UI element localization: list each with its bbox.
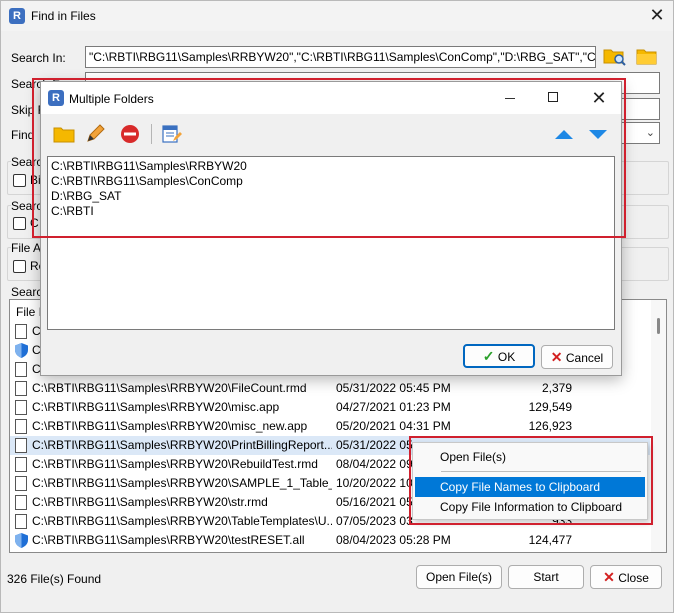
cancel-button-label: Cancel (565, 351, 604, 365)
menu-item-copy-file-names[interactable]: Copy File Names to Clipboard (415, 477, 645, 497)
status-text: 326 File(s) Found (7, 572, 102, 586)
date-cell: 07/05/2023 03: (336, 514, 417, 528)
close-button-label: Close (618, 571, 649, 585)
folder-list-item[interactable]: C:\RBTI\RBG11\Samples\ConComp (51, 174, 611, 189)
shield-icon (15, 533, 28, 548)
date-cell: 08/04/2022 09: (336, 457, 417, 471)
edit-pencil-icon[interactable] (85, 124, 107, 144)
document-icon (15, 438, 27, 453)
folder-icon[interactable] (635, 45, 659, 67)
menu-separator (441, 471, 641, 472)
file-name-cell: C:\RBTI\RBG11\Samples\RRBYW20\str.rmd (32, 495, 268, 509)
file-name-cell: C:\RBTI\RBG11\Samples\RRBYW20\misc.app (32, 400, 280, 414)
file-name-cell: C:\RBTI\RBG11\Samples\RRBYW20\RebuildTes… (32, 457, 318, 471)
dialog-close-icon[interactable]: ✕ (589, 89, 609, 107)
size-cell: 2,379 (541, 381, 572, 395)
maximize-icon[interactable] (548, 92, 558, 102)
file-name-cell: C:\RBTI\RBG11\Samples\RRBYW20\PrintBilli… (32, 438, 332, 452)
table-row[interactable]: C:\RBTI\RBG11\Samples\RRBYW20\misc_new.a… (10, 417, 650, 436)
document-icon (15, 362, 27, 377)
table-row[interactable]: C:\RBTI\RBG11\Samples\RRBYW20\misc.app 04… (10, 398, 650, 417)
dialog-app-icon: R (48, 90, 64, 106)
document-icon (15, 381, 27, 396)
checkbox-2[interactable] (13, 217, 26, 230)
group-label-file-attributes: File A (11, 240, 44, 256)
vertical-scrollbar[interactable] (651, 300, 666, 552)
date-cell: 05/31/2022 05: (336, 438, 417, 452)
move-up-arrow-icon[interactable] (553, 126, 575, 142)
folder-list-item[interactable]: D:\RBG_SAT (51, 189, 611, 204)
chevron-down-icon: ⌄ (645, 127, 655, 139)
dialog-titlebar: R Multiple Folders ✕ (41, 82, 621, 114)
search-folder-icon[interactable] (603, 45, 627, 67)
open-files-button[interactable]: Open File(s) (416, 565, 502, 589)
properties-list-icon[interactable] (161, 124, 183, 144)
checkbox-1[interactable] (13, 174, 26, 187)
dialog-title: Multiple Folders (69, 92, 154, 106)
app-icon: R (9, 8, 25, 24)
file-name-cell: C:\RBTI\RBG11\Samples\RRBYW20\TableTempl… (32, 514, 332, 528)
ok-button[interactable]: ✓ OK (463, 344, 535, 368)
search-in-label: Search In: (11, 51, 66, 65)
toolbar-divider (151, 124, 152, 144)
folder-list-item[interactable]: C:\RBTI (51, 204, 611, 219)
document-icon (15, 324, 27, 339)
date-cell: 05/16/2021 05: (336, 495, 417, 509)
start-button[interactable]: Start (508, 565, 584, 589)
main-titlebar: R Find in Files ✕ (1, 1, 673, 31)
folder-list[interactable]: C:\RBTI\RBG11\Samples\RRBYW20 C:\RBTI\RB… (47, 156, 615, 330)
context-menu: Open File(s) Copy File Names to Clipboar… (412, 442, 648, 520)
shield-icon (15, 343, 28, 358)
size-cell: 129,549 (528, 400, 572, 414)
size-cell: 124,477 (528, 533, 572, 547)
window-title: Find in Files (31, 9, 96, 23)
add-folder-icon[interactable] (53, 124, 75, 144)
document-icon (15, 514, 27, 529)
menu-item-copy-file-information[interactable]: Copy File Information to Clipboard (415, 497, 645, 517)
checkbox-2-label: C (30, 216, 39, 230)
table-row[interactable]: C:\RBTI\RBG11\Samples\RRBYW20\testRESET.… (10, 531, 650, 550)
date-cell: 05/20/2021 04:31 PM (336, 419, 451, 433)
document-icon (15, 419, 27, 434)
remove-icon[interactable] (119, 124, 141, 144)
date-cell: 05/31/2022 05:45 PM (336, 381, 451, 395)
date-cell: 04/27/2021 01:23 PM (336, 400, 451, 414)
file-name-cell: C:\RBTI\RBG11\Samples\RRBYW20\misc_new.a… (32, 419, 308, 433)
cancel-button[interactable]: ✕ Cancel (541, 345, 613, 369)
checkbox-3[interactable] (13, 260, 26, 273)
document-icon (15, 400, 27, 415)
document-icon (15, 476, 27, 491)
file-name-cell: C:\RBTI\RBG11\Samples\RRBYW20\testRESET.… (32, 533, 305, 547)
scrollbar-thumb[interactable] (657, 318, 660, 334)
check-icon: ✓ (482, 348, 495, 364)
red-x-icon: ✕ (603, 569, 615, 585)
table-row[interactable]: C:\RBTI\RBG11\Samples\RRBYW20\FileCount.… (10, 379, 650, 398)
date-cell: 10/20/2022 10: (336, 476, 417, 490)
document-icon (15, 495, 27, 510)
close-icon[interactable]: ✕ (647, 6, 667, 24)
multiple-folders-dialog: R Multiple Folders ✕ C:\RBTI\RBG11\Sampl… (40, 81, 622, 376)
file-name-cell: C:\RBTI\RBG11\Samples\RRBYW20\SAMPLE_1_T… (32, 476, 332, 490)
search-in-input[interactable]: "C:\RBTI\RBG11\Samples\RRBYW20","C:\RBTI… (85, 46, 596, 68)
close-button[interactable]: ✕ Close (590, 565, 662, 589)
file-column-header[interactable]: File I (16, 304, 42, 320)
folder-list-item[interactable]: C:\RBTI\RBG11\Samples\RRBYW20 (51, 159, 611, 174)
file-name-cell: C:\RBTI\RBG11\Samples\RRBYW20\FileCount.… (32, 381, 307, 395)
menu-item-open-files[interactable]: Open File(s) (415, 447, 645, 467)
size-cell: 126,923 (528, 419, 572, 433)
move-down-arrow-icon[interactable] (587, 126, 609, 142)
find-label: Find (11, 128, 35, 142)
red-x-icon: ✕ (550, 349, 563, 365)
document-icon (15, 457, 27, 472)
ok-button-label: OK (497, 350, 516, 364)
minimize-icon[interactable] (505, 98, 515, 99)
date-cell: 08/04/2023 05:28 PM (336, 533, 451, 547)
